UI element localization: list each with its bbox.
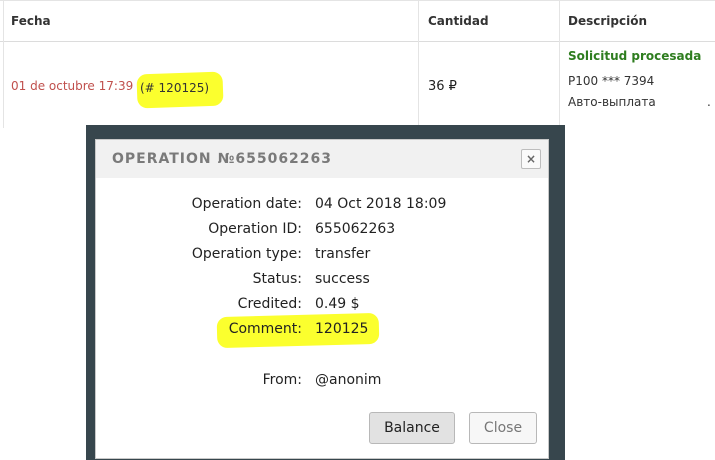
operation-type-label: Operation type: [191, 246, 302, 262]
operation-type-value: transfer [315, 246, 371, 262]
close-icon[interactable]: × [521, 149, 541, 169]
column-divider [3, 0, 4, 128]
operation-date-label: Operation date: [191, 196, 302, 212]
operation-id-label: Operation ID: [208, 221, 302, 237]
transactions-table: Fecha Cantidad Descripción 01 de octubre… [0, 0, 715, 130]
transaction-amount: 36 ₽ [428, 79, 457, 94]
operation-id-value: 655062263 [315, 221, 396, 237]
balance-button[interactable]: Balance [369, 412, 455, 444]
column-divider [559, 0, 560, 128]
comment-value: 120125 [315, 321, 369, 337]
status-value: success [315, 271, 370, 287]
column-header-fecha: Fecha [11, 14, 51, 28]
column-header-descripcion: Descripción [568, 14, 647, 28]
transaction-reference: (# 120125) [140, 81, 210, 95]
column-divider [418, 0, 419, 128]
table-header-row: Fecha Cantidad Descripción [0, 0, 715, 42]
dialog-header: OPERATION №655062263 × [96, 140, 548, 178]
credited-label: Credited: [237, 296, 302, 312]
column-header-cantidad: Cantidad [428, 14, 489, 28]
status-badge: Solicitud procesada [568, 49, 702, 63]
operation-date-value: 04 Oct 2018 18:09 [315, 196, 447, 212]
from-label: From: [262, 372, 302, 388]
account-number: P100 *** 7394 [568, 74, 655, 88]
comment-label: Comment: [228, 321, 302, 337]
close-button[interactable]: Close [469, 412, 537, 444]
credited-value: 0.49 $ [315, 296, 360, 312]
trailing-dot: . [707, 95, 711, 109]
transaction-description: Авто-выплата [568, 95, 656, 109]
operation-dialog: OPERATION №655062263 × Operation date: 0… [95, 139, 549, 459]
from-value: @anonim [315, 372, 382, 388]
transaction-date: 01 de octubre 17:39 [11, 79, 134, 93]
dialog-title: OPERATION №655062263 [112, 151, 333, 167]
status-label: Status: [252, 271, 302, 287]
